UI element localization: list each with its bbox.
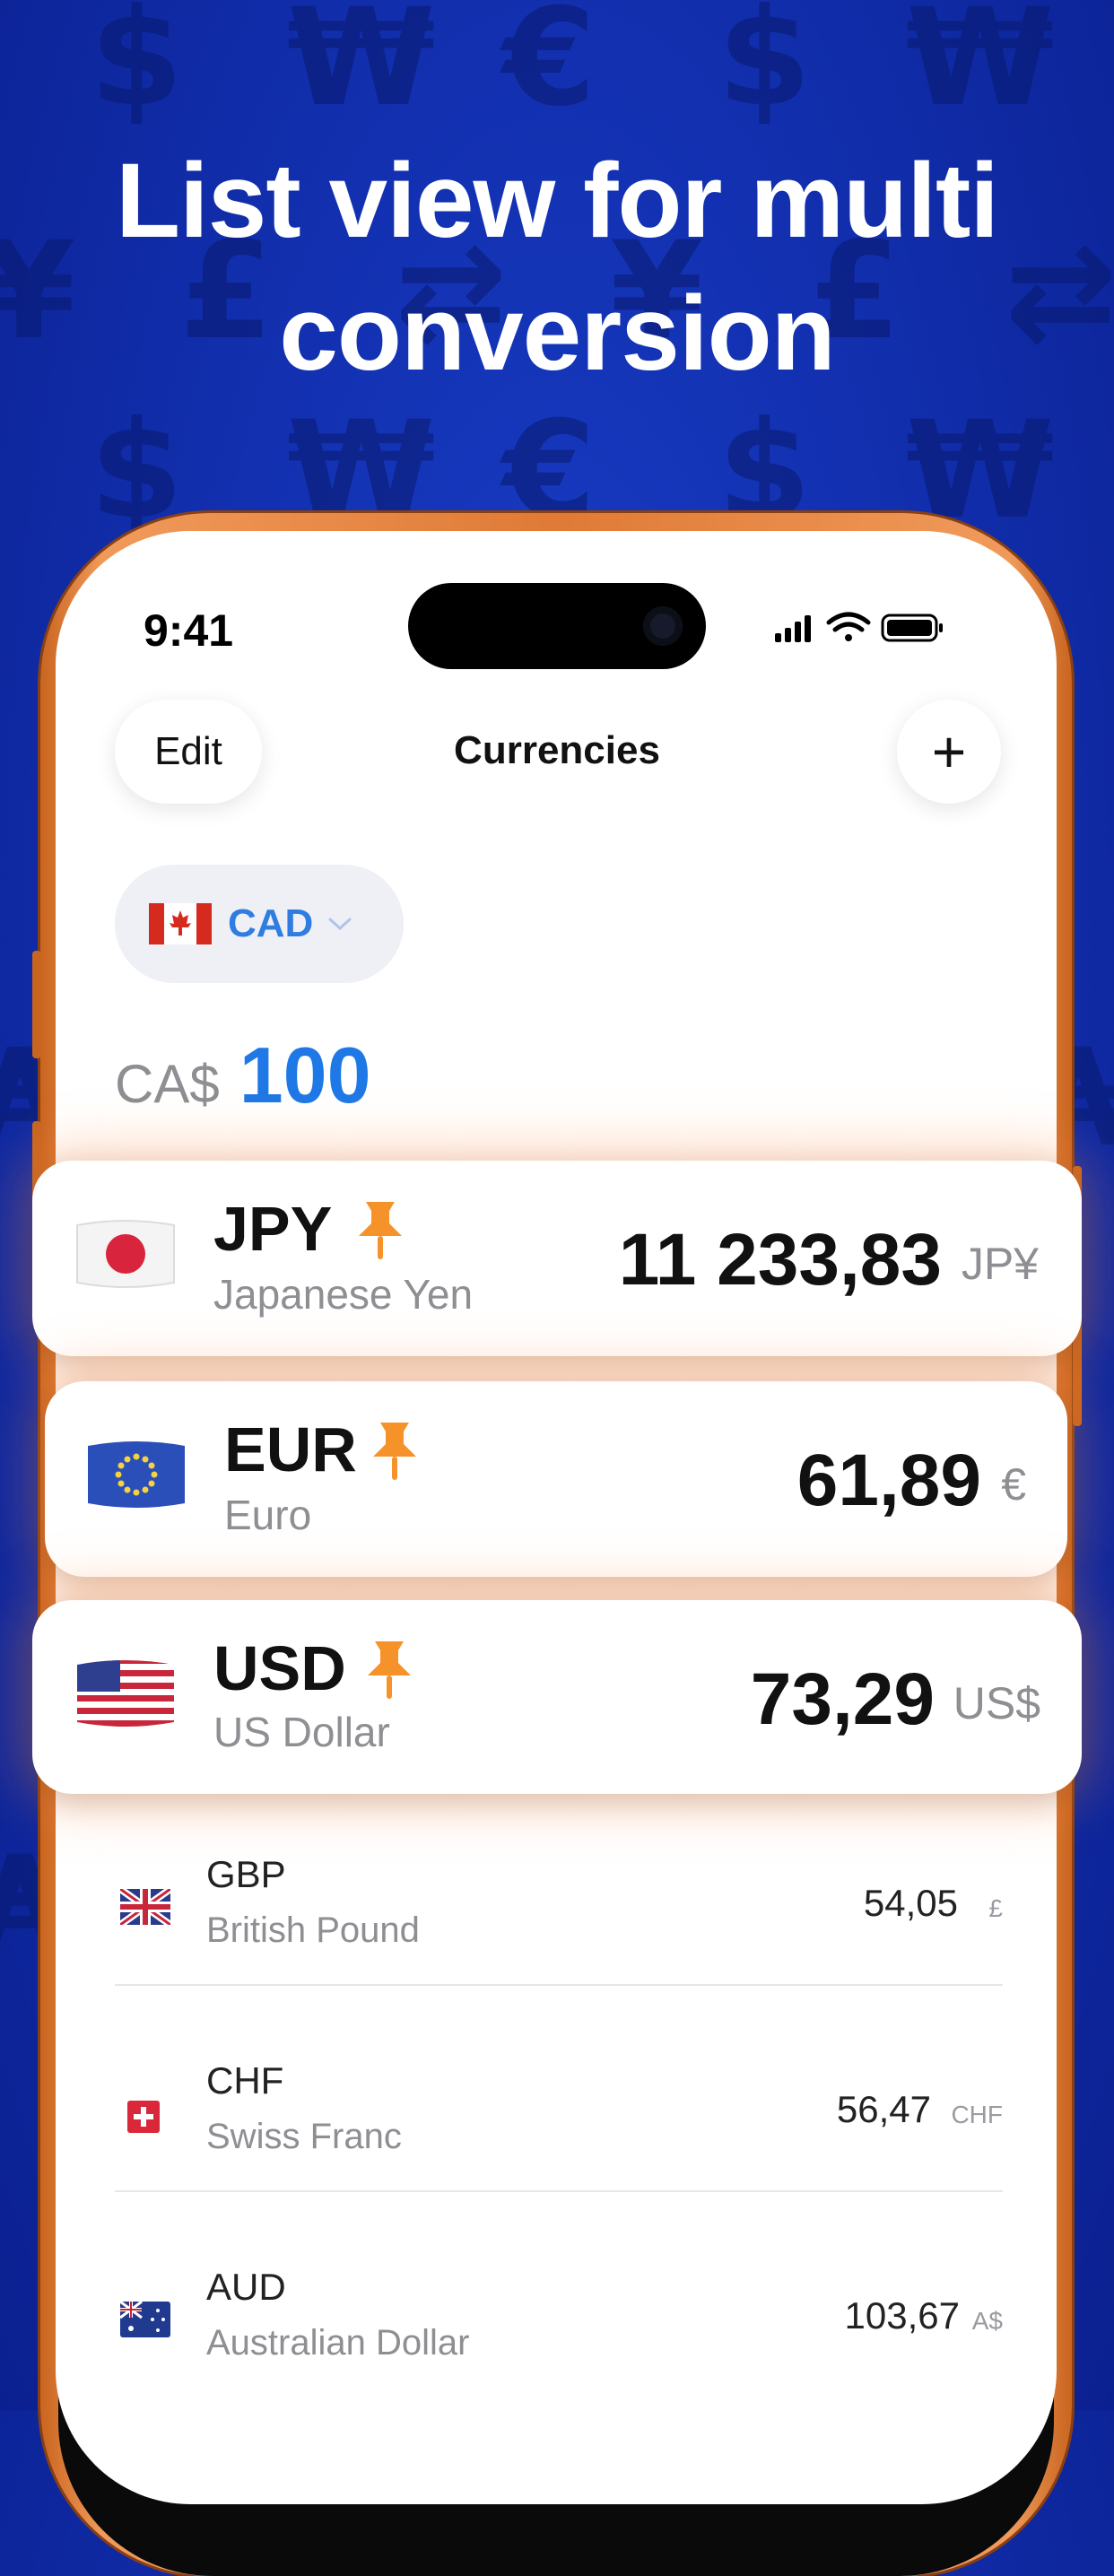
- currency-name: US Dollar: [213, 1709, 390, 1755]
- chevron-down-icon: [328, 918, 352, 931]
- uk-flag-icon: [120, 1889, 170, 1925]
- pinned-currency-card[interactable]: EUR Euro 61,89 €: [45, 1381, 1067, 1577]
- currency-name: British Pound: [206, 1910, 420, 1950]
- currency-unit: CHF: [951, 2101, 1003, 2128]
- converted-value: 73,29: [750, 1658, 935, 1740]
- headline-line-2: conversion: [279, 274, 836, 393]
- currency-unit: €: [1001, 1459, 1026, 1510]
- base-currency-symbol: CA$: [115, 1054, 220, 1114]
- camera-icon: [643, 606, 683, 646]
- swiss-flag-icon: [127, 2101, 160, 2133]
- converted-value: 56,47: [836, 2088, 931, 2130]
- pinned-currency-card[interactable]: JPY Japanese Yen 11 233,83 JP¥: [32, 1161, 1082, 1356]
- divider: [115, 2190, 1003, 2192]
- converted-value: 11 233,83: [618, 1219, 942, 1301]
- headline-line-1: List view for multi: [115, 142, 999, 260]
- plus-icon: +: [931, 718, 967, 785]
- currency-name: Australian Dollar: [206, 2323, 470, 2363]
- pin-icon: [373, 1423, 416, 1480]
- converted-value: 54,05: [863, 1882, 958, 1924]
- status-icons: [775, 610, 954, 646]
- list-item[interactable]: AUD Australian Dollar 103,67 A$: [115, 2230, 1003, 2436]
- converted-value: 61,89: [796, 1440, 981, 1521]
- converted-value: 103,67: [844, 2294, 960, 2337]
- currency-code: JPY: [213, 1194, 333, 1264]
- headline: List view for multi conversion: [0, 135, 1114, 400]
- currency-code: AUD: [206, 2266, 286, 2308]
- base-currency-selector[interactable]: CAD: [115, 865, 404, 983]
- pin-icon: [368, 1641, 411, 1699]
- status-time: 9:41: [144, 605, 234, 656]
- pin-icon: [359, 1202, 402, 1259]
- add-currency-button[interactable]: +: [897, 700, 1001, 804]
- eu-flag-icon: [88, 1441, 185, 1508]
- currency-code: EUR: [224, 1414, 357, 1484]
- currency-code: USD: [213, 1633, 346, 1703]
- currency-unit: £: [988, 1894, 1003, 1922]
- currency-unit: A$: [971, 2307, 1003, 2335]
- currency-name: Euro: [224, 1492, 312, 1538]
- base-currency-code: CAD: [228, 901, 314, 945]
- signal-icon: [775, 615, 811, 642]
- base-amount-input[interactable]: CA$ 100: [115, 1030, 371, 1121]
- wifi-icon: [826, 612, 871, 641]
- currency-name: Swiss Franc: [206, 2117, 402, 2156]
- dynamic-island: [408, 583, 706, 669]
- canada-flag-icon: [149, 903, 212, 944]
- us-flag-icon: [77, 1660, 174, 1727]
- list-item[interactable]: CHF Swiss Franc 56,47 CHF: [115, 2023, 1003, 2230]
- currency-unit: US$: [953, 1678, 1040, 1728]
- pinned-currency-card[interactable]: USD US Dollar 73,29 US$: [32, 1600, 1082, 1794]
- currency-unit: JP¥: [961, 1239, 1039, 1289]
- australia-flag-icon: [120, 2302, 170, 2337]
- currency-name: Japanese Yen: [213, 1271, 474, 1318]
- currency-code: CHF: [206, 2059, 284, 2102]
- list-item[interactable]: GBP British Pound 54,05 £: [115, 1817, 1003, 2023]
- battery-icon: [881, 614, 943, 642]
- base-amount-value: 100: [239, 1031, 371, 1119]
- divider: [115, 1984, 1003, 1986]
- phone-side-button: [32, 951, 41, 1058]
- currency-code: GBP: [206, 1853, 286, 1895]
- japan-flag-icon: [76, 1220, 175, 1288]
